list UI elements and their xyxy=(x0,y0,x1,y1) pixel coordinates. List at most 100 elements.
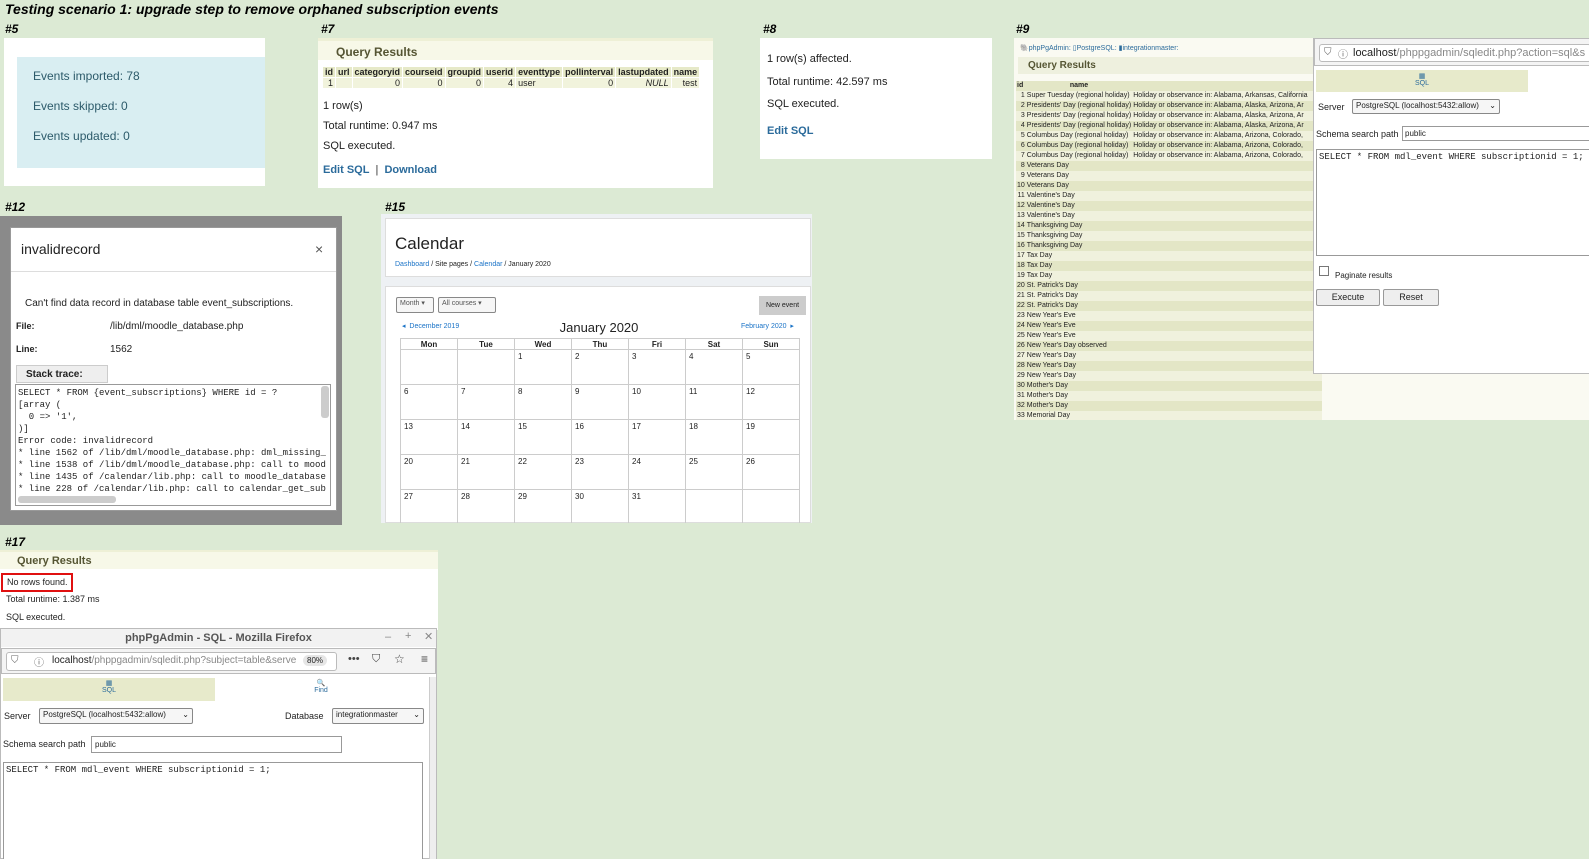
calendar-day[interactable]: 31 xyxy=(628,489,686,523)
calendar-day[interactable]: 23 xyxy=(571,454,629,490)
calendar-day[interactable]: 3 xyxy=(628,349,686,385)
calendar-day[interactable]: 27 xyxy=(400,489,458,523)
shield-icon: ⛉ xyxy=(11,655,19,666)
cell-id: 24 xyxy=(1016,321,1026,331)
download-link[interactable]: Download xyxy=(384,164,437,176)
server-select[interactable]: PostgreSQL (localhost:5432:allow) ⌄ xyxy=(39,708,193,724)
star-icon[interactable]: ☆ xyxy=(394,652,405,666)
cell-desc xyxy=(1132,371,1323,381)
next-month-link[interactable]: February 2020 ▸ xyxy=(741,322,794,330)
view-select[interactable]: Month ▾ xyxy=(396,297,434,313)
events-summary: Events imported: 78 Events skipped: 0 Ev… xyxy=(17,57,265,168)
cell-name: Columbus Day (regional holiday) xyxy=(1025,131,1133,141)
calendar-day[interactable]: 1 xyxy=(514,349,572,385)
calendar-day[interactable]: 2 xyxy=(571,349,629,385)
cell-name: Presidents' Day (regional holiday) xyxy=(1025,121,1133,131)
calendar-day[interactable]: 26 xyxy=(742,454,800,490)
calendar-day[interactable]: 12 xyxy=(742,384,800,420)
calendar-day[interactable]: 20 xyxy=(400,454,458,490)
breadcrumb-site-pages: Site pages xyxy=(435,261,469,268)
cell-id: 15 xyxy=(1016,231,1026,241)
reset-button[interactable]: Reset xyxy=(1383,289,1439,306)
cell-id: 29 xyxy=(1016,371,1026,381)
breadcrumb-calendar[interactable]: Calendar xyxy=(474,261,502,268)
stack-trace[interactable]: SELECT * FROM {event_subscriptions} WHER… xyxy=(15,384,331,506)
breadcrumb-dashboard[interactable]: Dashboard xyxy=(395,261,429,268)
sql-icon: ▦ xyxy=(1418,73,1426,80)
table-row: 3 Presidents' Day (regional holiday) Holid… xyxy=(1016,111,1323,121)
tab-sql[interactable]: ▦ SQL xyxy=(1316,70,1528,92)
server-select[interactable]: PostgreSQL (localhost:5432:allow) ⌄ xyxy=(1352,99,1500,114)
calendar-day[interactable]: 17 xyxy=(628,419,686,455)
sql-textarea[interactable]: SELECT * FROM mdl_event WHERE subscripti… xyxy=(1316,149,1589,256)
close-icon[interactable]: × xyxy=(315,241,323,257)
new-event-button[interactable]: New event xyxy=(759,296,806,315)
database-select[interactable]: integrationmaster ⌄ xyxy=(332,708,424,724)
calendar-day[interactable]: 11 xyxy=(685,384,743,420)
cell-id: 12 xyxy=(1016,201,1026,211)
calendar-day[interactable]: 24 xyxy=(628,454,686,490)
calendar-day[interactable]: 22 xyxy=(514,454,572,490)
table-row: 9 Veterans Day xyxy=(1016,171,1323,181)
panel-12-label: #12 xyxy=(5,200,26,214)
cell-desc xyxy=(1132,291,1323,301)
col-pollinterval: pollinterval xyxy=(563,67,616,77)
calendar-day[interactable]: 16 xyxy=(571,419,629,455)
calendar-day[interactable]: 21 xyxy=(457,454,515,490)
zoom-badge[interactable]: 80% xyxy=(303,655,328,666)
calendar-day[interactable]: 29 xyxy=(514,489,572,523)
elephant-icon: 🐘 xyxy=(1020,45,1029,52)
cell-name: New Year's Day xyxy=(1025,361,1133,371)
pocket-icon[interactable]: ⛉ xyxy=(372,653,380,666)
schema-input[interactable]: public xyxy=(1402,126,1589,141)
calendar-day[interactable]: 6 xyxy=(400,384,458,420)
table-row: 13 Valentine's Day xyxy=(1016,211,1323,221)
panel-15-label: #15 xyxy=(385,200,406,214)
breadcrumb-postgresql[interactable]: PostgreSQL xyxy=(1077,45,1115,52)
paginate-checkbox[interactable] xyxy=(1319,266,1329,276)
scrollbar[interactable] xyxy=(429,677,436,859)
calendar-day[interactable]: 30 xyxy=(571,489,629,523)
calendar-day[interactable]: 25 xyxy=(685,454,743,490)
calendar-day[interactable]: 8 xyxy=(514,384,572,420)
course-select[interactable]: All courses ▾ xyxy=(438,297,496,313)
cell-desc xyxy=(1132,261,1323,271)
calendar-day[interactable]: 5 xyxy=(742,349,800,385)
file-value: /lib/dml/moodle_database.php xyxy=(110,321,244,332)
calendar-day[interactable]: 28 xyxy=(457,489,515,523)
cell-id: 5 xyxy=(1016,131,1026,141)
breadcrumb-phppgadmin[interactable]: phpPgAdmin xyxy=(1029,45,1069,52)
cell-name: Thanksgiving Day xyxy=(1025,241,1133,251)
maximize-icon[interactable]: + xyxy=(405,630,411,642)
calendar-day[interactable]: 18 xyxy=(685,419,743,455)
breadcrumb-database[interactable]: integrationmaster xyxy=(1122,45,1176,52)
calendar-day[interactable]: 19 xyxy=(742,419,800,455)
cell-id: 27 xyxy=(1016,351,1026,361)
execute-button[interactable]: Execute xyxy=(1316,289,1380,306)
calendar-day[interactable]: 14 xyxy=(457,419,515,455)
calendar-day[interactable]: 4 xyxy=(685,349,743,385)
tab-sql[interactable]: ▦ SQL xyxy=(3,678,215,701)
schema-input[interactable]: public xyxy=(91,736,342,753)
stack-scrollbar-v[interactable] xyxy=(321,386,329,418)
tab-find[interactable]: 🔍 Find xyxy=(215,678,427,701)
menu-icon[interactable]: ≡ xyxy=(421,652,428,666)
calendar-day[interactable]: 7 xyxy=(457,384,515,420)
cell-id: 31 xyxy=(1016,391,1026,401)
cell-id: 10 xyxy=(1016,181,1026,191)
calendar-day[interactable]: 13 xyxy=(400,419,458,455)
close-icon[interactable]: ✕ xyxy=(424,630,433,643)
more-icon[interactable]: ••• xyxy=(348,653,360,665)
edit-sql-link[interactable]: Edit SQL xyxy=(767,125,813,137)
cell-name: Thanksgiving Day xyxy=(1025,221,1133,231)
url-bar[interactable]: ⛉ ⓘ localhost/phppgadmin/sqledit.php?act… xyxy=(1319,44,1589,62)
sql-popup-window: ⛉ ⓘ localhost/phppgadmin/sqledit.php?act… xyxy=(1313,38,1589,374)
calendar-day[interactable]: 9 xyxy=(571,384,629,420)
edit-sql-link[interactable]: Edit SQL xyxy=(323,164,369,176)
stack-scrollbar-h[interactable] xyxy=(18,496,116,503)
calendar-day[interactable]: 10 xyxy=(628,384,686,420)
minimize-icon[interactable]: – xyxy=(385,631,391,643)
url-bar[interactable]: ⛉ ⓘ localhost/phppgadmin/sqledit.php?sub… xyxy=(6,652,337,671)
sql-textarea[interactable]: SELECT * FROM mdl_event WHERE subscripti… xyxy=(3,762,423,859)
calendar-day[interactable]: 15 xyxy=(514,419,572,455)
